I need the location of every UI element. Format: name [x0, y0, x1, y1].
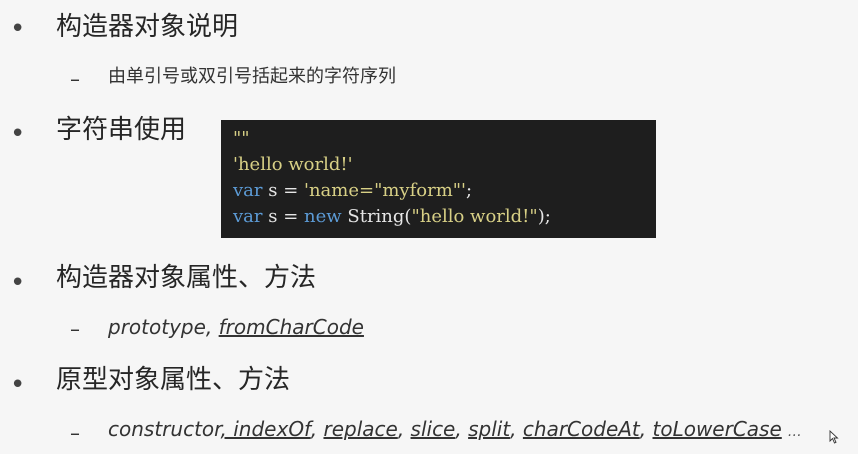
code-string: 'name="myform"': [304, 180, 466, 201]
mouse-cursor-icon: [829, 430, 839, 444]
code-line-2: 'hello world!': [233, 152, 644, 178]
member-split[interactable]: split: [468, 417, 510, 441]
member-indexof[interactable]: , indexOf: [221, 417, 311, 441]
dash-1: –: [70, 67, 80, 91]
sub-prototype-members: constructor, indexOf, replace, slice, sp…: [108, 418, 802, 440]
code-line-1: "": [233, 126, 644, 152]
code-text: s =: [262, 180, 304, 201]
separator: ,: [310, 417, 324, 441]
member-constructor: constructor: [108, 417, 221, 441]
bullet-2: •: [10, 119, 26, 149]
member-slice[interactable]: slice: [411, 417, 456, 441]
code-string: 'hello world!': [233, 154, 353, 175]
code-line-4: var s = new String("hello world!");: [233, 204, 644, 230]
separator: ,: [455, 417, 469, 441]
ellipsis: …: [787, 424, 802, 440]
separator: ,: [397, 417, 411, 441]
code-keyword: new: [304, 206, 342, 227]
code-block: "" 'hello world!' var s = 'name="myform"…: [221, 120, 656, 238]
separator: ,: [639, 417, 653, 441]
dash-4: –: [70, 421, 80, 445]
bullet-4: •: [10, 370, 26, 400]
member-fromcharcode[interactable]: fromCharCode: [219, 315, 364, 339]
code-text: ;: [466, 180, 473, 201]
sub-constructor-members: prototype, fromCharCode: [108, 316, 364, 338]
heading-string-usage: 字符串使用: [56, 115, 187, 145]
heading-constructor-props-methods: 构造器对象属性、方法: [56, 263, 317, 293]
member-tolowercase[interactable]: toLowerCase: [652, 417, 781, 441]
code-keyword: var: [233, 206, 263, 227]
member-prototype: prototype: [108, 315, 206, 339]
code-text: s =: [262, 206, 304, 227]
sub-string-definition: 由单引号或双引号括起来的字符序列: [108, 66, 396, 87]
code-text: String(: [341, 206, 412, 227]
member-replace[interactable]: replace: [323, 417, 397, 441]
separator: ,: [510, 417, 523, 441]
heading-prototype-props-methods: 原型对象属性、方法: [56, 365, 291, 395]
separator: ,: [205, 315, 219, 339]
bullet-1: •: [10, 14, 26, 44]
heading-constructor-description: 构造器对象说明: [56, 12, 239, 42]
dash-3: –: [70, 317, 80, 341]
member-charcodeat[interactable]: charCodeAt: [523, 417, 640, 441]
code-string: "hello world!": [411, 206, 538, 227]
code-string: "": [233, 128, 250, 149]
code-keyword: var: [233, 180, 263, 201]
code-line-3: var s = 'name="myform"';: [233, 178, 644, 204]
bullet-3: •: [10, 268, 26, 298]
code-text: );: [537, 206, 551, 227]
